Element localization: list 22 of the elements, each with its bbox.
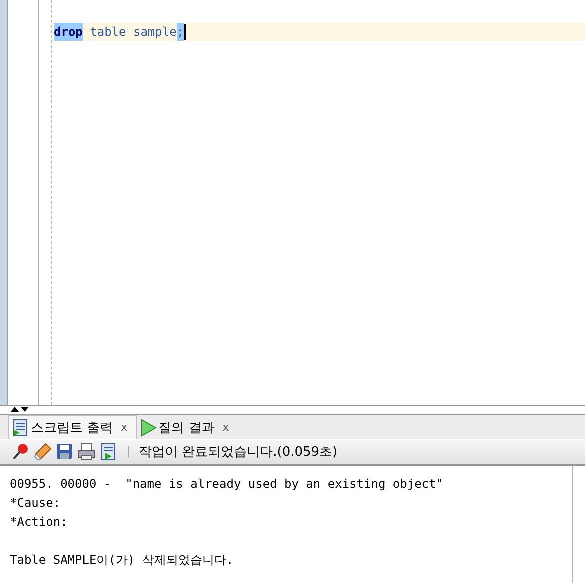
sql-token: table <box>90 24 126 41</box>
play-icon <box>140 418 157 436</box>
save-icon[interactable] <box>56 443 74 461</box>
eraser-icon[interactable] <box>34 443 52 461</box>
output-line: Table SAMPLE이(가) 삭제되었습니다. <box>10 552 235 569</box>
sql-token: ; <box>176 23 184 41</box>
close-button[interactable]: x <box>222 421 230 434</box>
splitter-arrows-icon[interactable] <box>10 406 30 413</box>
output-line: 00955. 00000 - "name is already used by an existing object" <box>10 476 444 493</box>
sql-keyword: drop <box>54 23 83 41</box>
document-run-icon[interactable] <box>100 443 118 461</box>
sql-token: sample <box>133 24 177 41</box>
output-line: *Cause: <box>10 495 62 512</box>
output-line: *Action: <box>10 514 69 531</box>
document-icon <box>13 418 29 436</box>
output-tab[interactable]: 질의 결과 x <box>136 416 238 439</box>
output-tab[interactable]: 스크립트 출력 x <box>8 415 137 439</box>
status-text: 작업이 완료되었습니다.(0.059초) <box>139 444 338 461</box>
text-cursor <box>184 24 186 40</box>
pushpin-icon[interactable] <box>12 443 30 461</box>
close-button[interactable]: x <box>121 421 128 434</box>
printer-icon[interactable] <box>78 443 96 461</box>
